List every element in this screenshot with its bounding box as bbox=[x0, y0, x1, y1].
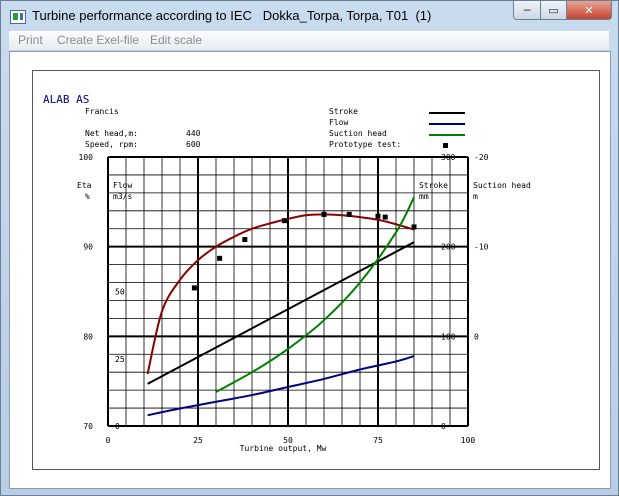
suction-head-axis-unit: m bbox=[473, 192, 478, 201]
stroke-tick-label: 100 bbox=[441, 332, 456, 341]
maximize-button[interactable]: ▭ bbox=[541, 1, 567, 20]
menu-item-edit-scale[interactable]: Edit scale bbox=[150, 33, 202, 47]
eta-tick-label: 100 bbox=[79, 153, 94, 162]
x-tick-label: 100 bbox=[461, 436, 476, 445]
flow-tick-label: 50 bbox=[115, 288, 125, 297]
data-series bbox=[146, 196, 415, 417]
stroke-tick-label: 300 bbox=[441, 153, 456, 162]
eta-tick-label: 90 bbox=[83, 243, 93, 252]
menu-item-print[interactable]: Print bbox=[18, 33, 43, 47]
flow-axis-unit: m3/s bbox=[113, 192, 132, 201]
eta-axis-unit: % bbox=[85, 192, 90, 201]
app-icon bbox=[10, 10, 26, 24]
prototype-test-point bbox=[217, 255, 223, 261]
window-title: Turbine performance according to IEC Dok… bbox=[32, 8, 432, 23]
menu-bar: Print Create Exel-file Edit scale bbox=[9, 31, 609, 51]
legend-label-stroke: Stroke bbox=[329, 107, 358, 116]
prototype-test-point bbox=[191, 285, 197, 291]
prototype-test-point bbox=[411, 224, 417, 230]
turbine-type: Francis bbox=[85, 107, 119, 116]
eta-tick-label: 70 bbox=[83, 422, 93, 431]
minimize-icon: ─ bbox=[523, 3, 531, 17]
speed-label: Speed, rpm: bbox=[85, 140, 138, 149]
client-area: ALAB AS Francis Net head,m: 440 Speed, r… bbox=[9, 51, 611, 489]
legend-label-prototype-test: Prototype test: bbox=[329, 140, 401, 149]
close-icon: ✕ bbox=[584, 3, 594, 17]
legend-label-suction-head: Suction head bbox=[329, 129, 387, 138]
x-tick-label: 50 bbox=[283, 436, 293, 445]
maximize-icon: ▭ bbox=[548, 3, 559, 17]
legend-marker-prototype-test bbox=[443, 143, 448, 148]
plot-frame: ALAB AS Francis Net head,m: 440 Speed, r… bbox=[32, 70, 600, 470]
prototype-test-point bbox=[375, 213, 381, 219]
performance-chart: ALAB AS Francis Net head,m: 440 Speed, r… bbox=[43, 93, 531, 453]
application-window: Turbine performance according to IEC Dok… bbox=[0, 0, 619, 496]
stroke-tick-label: 0 bbox=[441, 422, 446, 431]
flow-axis-label: Flow bbox=[113, 181, 132, 190]
stroke-tick-label: 200 bbox=[441, 243, 456, 252]
stroke-axis-label: Stroke bbox=[419, 181, 448, 190]
flow-tick-label: 25 bbox=[115, 355, 125, 364]
net-head-label: Net head,m: bbox=[85, 129, 138, 138]
flow-tick-label: 0 bbox=[115, 422, 120, 431]
series-line-flow bbox=[147, 355, 415, 417]
close-button[interactable]: ✕ bbox=[567, 1, 612, 20]
prototype-test-point bbox=[281, 218, 287, 224]
window-controls: ─ ▭ ✕ bbox=[513, 1, 612, 20]
stroke-axis-unit: mm bbox=[419, 192, 429, 201]
legend: Stroke Flow Suction head Prototype test: bbox=[329, 107, 465, 149]
speed-value: 600 bbox=[186, 140, 201, 149]
prototype-test-point bbox=[382, 214, 388, 220]
suction-head-axis-label: Suction head bbox=[473, 181, 531, 190]
series-line-eta bbox=[146, 213, 415, 375]
eta-axis-label: Eta bbox=[77, 181, 92, 190]
prototype-test-point bbox=[242, 236, 248, 242]
legend-label-flow: Flow bbox=[329, 118, 348, 127]
suction-head-tick-label: 0 bbox=[474, 332, 479, 341]
x-axis-label: Turbine output, Mw bbox=[240, 444, 327, 453]
eta-tick-label: 80 bbox=[83, 332, 93, 341]
net-head-value: 440 bbox=[186, 129, 201, 138]
x-tick-label: 0 bbox=[106, 436, 111, 445]
prototype-test-point bbox=[321, 211, 327, 217]
suction-head-tick-label: -10 bbox=[474, 243, 489, 252]
x-tick-label: 75 bbox=[373, 436, 383, 445]
x-tick-label: 25 bbox=[193, 436, 203, 445]
title-bar[interactable]: Turbine performance according to IEC Dok… bbox=[1, 1, 618, 31]
menu-item-create-excel-file[interactable]: Create Exel-file bbox=[57, 33, 139, 47]
prototype-test-point bbox=[346, 211, 352, 217]
suction-head-tick-label: -20 bbox=[474, 153, 489, 162]
minimize-button[interactable]: ─ bbox=[513, 1, 541, 20]
company-name: ALAB AS bbox=[43, 93, 89, 106]
